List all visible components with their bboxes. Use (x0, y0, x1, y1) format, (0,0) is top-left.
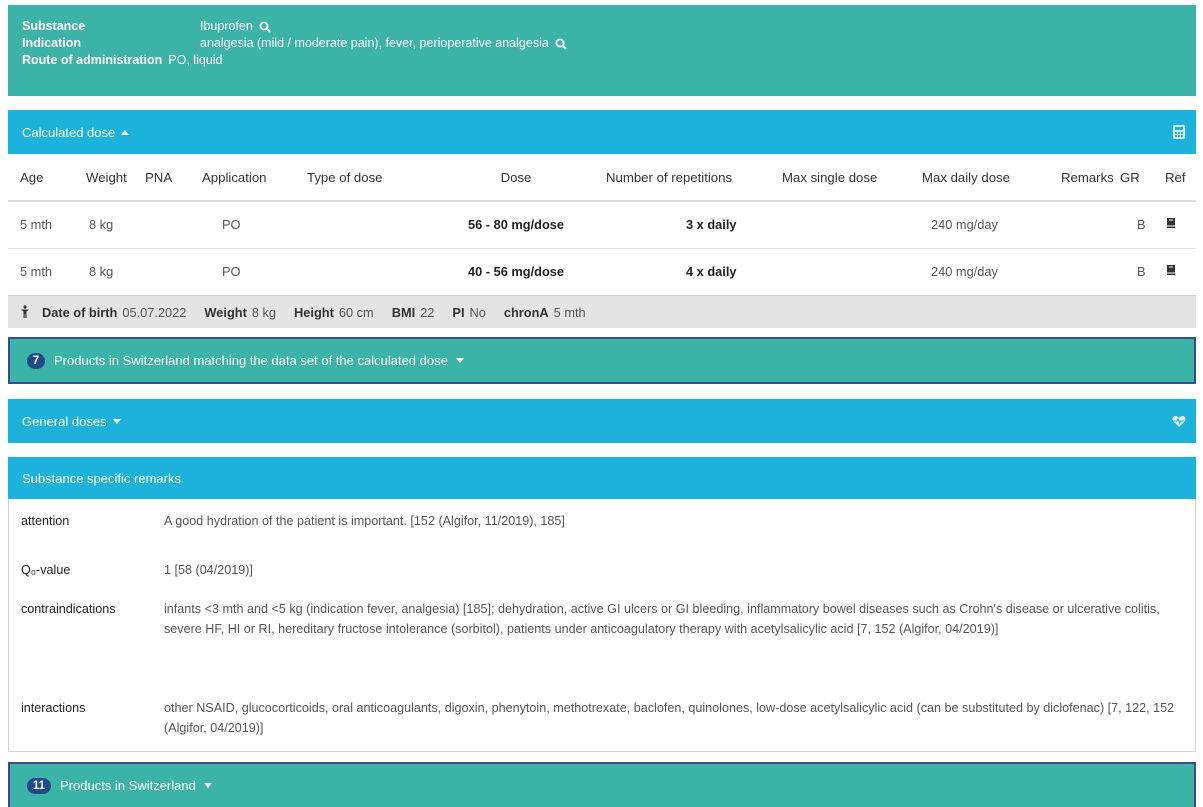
substance-value[interactable]: Ibuprofen (200, 18, 253, 35)
application-cell: PO (202, 201, 307, 249)
route-label: Route of administration (22, 53, 163, 67)
max-daily-cell: 240 mg/day (922, 201, 1061, 249)
caret-down-icon (203, 783, 212, 788)
remark-text: infants <3 mth and <5 kg (indication fev… (164, 602, 1160, 636)
gr-cell: B (1120, 201, 1165, 249)
chrona-label: chronA (503, 304, 549, 320)
column-header: Dose (426, 154, 606, 202)
remark-text: 1 [58 (04/2019)] (164, 563, 253, 577)
column-header: Age (8, 154, 72, 202)
pna-cell (145, 201, 202, 249)
gr-cell: B (1120, 248, 1165, 296)
column-header: Application (202, 154, 307, 202)
ref-cell[interactable] (1165, 201, 1196, 249)
application-cell: PO (202, 248, 307, 296)
column-header: Number of repetitions (606, 154, 782, 202)
products-matching-label: Products in Switzerland matching the dat… (54, 353, 448, 368)
remark-label: attention (21, 514, 70, 528)
patient-data-strip: Date of birth 05.07.2022 Weight 8 kg Hei… (8, 295, 1196, 328)
column-header: Max single dose (782, 154, 922, 202)
book-icon[interactable] (1165, 264, 1177, 276)
remark-item: interactions other NSAID, glucocorticoid… (21, 698, 1179, 738)
products-matching-toggle[interactable]: 7 Products in Switzerland matching the d… (8, 337, 1196, 384)
height-value: 60 cm (338, 304, 374, 320)
pi-value: No (469, 304, 486, 320)
products-switzerland-toggle[interactable]: 11 Products in Switzerland (8, 762, 1196, 807)
table-header-row: Age Weight PNA Application Type of dose … (8, 154, 1196, 202)
indication-label: Indication (22, 36, 82, 50)
pi-label: PI (452, 304, 465, 320)
pna-cell (145, 248, 202, 296)
products-switzerland-label: Products in Switzerland (60, 778, 196, 793)
remark-text: A good hydration of the patient is impor… (164, 514, 565, 528)
table-row: 5 mth 8 kg PO 56 - 80 mg/dose 3 x daily … (8, 201, 1196, 249)
type-cell (307, 248, 426, 296)
bmi-label: BMI (391, 304, 416, 320)
heart-pulse-icon[interactable] (1172, 415, 1186, 428)
column-header: GR (1120, 154, 1165, 202)
remark-item: contraindications infants <3 mth and <5 … (21, 599, 1179, 639)
remarks-cell (1061, 201, 1120, 249)
type-cell (307, 201, 426, 249)
dob-value: 05.07.2022 (122, 304, 187, 320)
max-single-cell (782, 248, 922, 296)
search-icon[interactable] (259, 21, 271, 33)
remark-text: other NSAID, glucocorticoids, oral antic… (164, 701, 1175, 735)
repetitions-cell: 4 x daily (606, 248, 782, 296)
remark-label: Q₀-value (21, 563, 71, 577)
column-header: Weight (72, 154, 145, 202)
age-cell: 5 mth (8, 248, 72, 296)
remark-label: contraindications (21, 602, 116, 616)
dose-cell: 56 - 80 mg/dose (426, 201, 606, 249)
caret-down-icon (112, 418, 121, 424)
calculated-dose-toggle[interactable]: Calculated dose (8, 110, 1196, 154)
age-cell: 5 mth (8, 201, 72, 249)
height-label: Height (294, 304, 334, 320)
dose-cell: 40 - 56 mg/dose (426, 248, 606, 296)
dob-label: Date of birth (42, 304, 118, 320)
caret-down-icon (455, 358, 464, 363)
general-doses-title: General doses (22, 413, 107, 429)
substance-remarks-title: Substance specific remarks (22, 470, 181, 486)
substance-remarks-panel: attention A good hydration of the patien… (8, 499, 1196, 752)
search-icon[interactable] (555, 38, 567, 50)
chrona-value: 5 mth (553, 304, 586, 320)
column-header: PNA (145, 154, 202, 202)
bmi-value: 22 (420, 304, 435, 320)
products-count-badge: 11 (27, 777, 51, 794)
substance-label: Substance (22, 19, 86, 33)
weight-label: Weight (204, 304, 247, 320)
remarks-cell (1061, 248, 1120, 296)
column-header: Remarks (1061, 154, 1120, 202)
calculated-dose-title: Calculated dose (22, 124, 116, 140)
max-single-cell (782, 201, 922, 249)
substance-remarks-header: Substance specific remarks (8, 457, 1196, 499)
indication-value[interactable]: analgesia (mild / moderate pain), fever,… (200, 35, 549, 52)
table-row: 5 mth 8 kg PO 40 - 56 mg/dose 4 x daily … (8, 248, 1196, 296)
remark-label: interactions (21, 701, 86, 715)
person-icon (21, 305, 29, 318)
max-daily-cell: 240 mg/day (922, 248, 1061, 296)
calculator-icon[interactable] (1172, 124, 1186, 140)
products-count-badge: 7 (27, 352, 45, 369)
weight-cell: 8 kg (72, 201, 145, 249)
remark-item: attention A good hydration of the patien… (21, 511, 1179, 531)
calculated-dose-table: Age Weight PNA Application Type of dose … (8, 154, 1196, 296)
weight-value: 8 kg (251, 304, 277, 320)
remark-item: Q₀-value 1 [58 (04/2019)] (21, 560, 1179, 580)
repetitions-cell: 3 x daily (606, 201, 782, 249)
caret-up-icon (121, 129, 130, 135)
column-header: Type of dose (307, 154, 426, 202)
route-value: PO, liquid (168, 53, 223, 67)
weight-cell: 8 kg (72, 248, 145, 296)
general-doses-toggle[interactable]: General doses (8, 399, 1196, 443)
ref-cell[interactable] (1165, 248, 1196, 296)
column-header: Max daily dose (922, 154, 1061, 202)
substance-header: Substance Ibuprofen Indication analgesia… (8, 5, 1196, 96)
column-header: Ref (1165, 154, 1196, 202)
book-icon[interactable] (1165, 217, 1177, 229)
